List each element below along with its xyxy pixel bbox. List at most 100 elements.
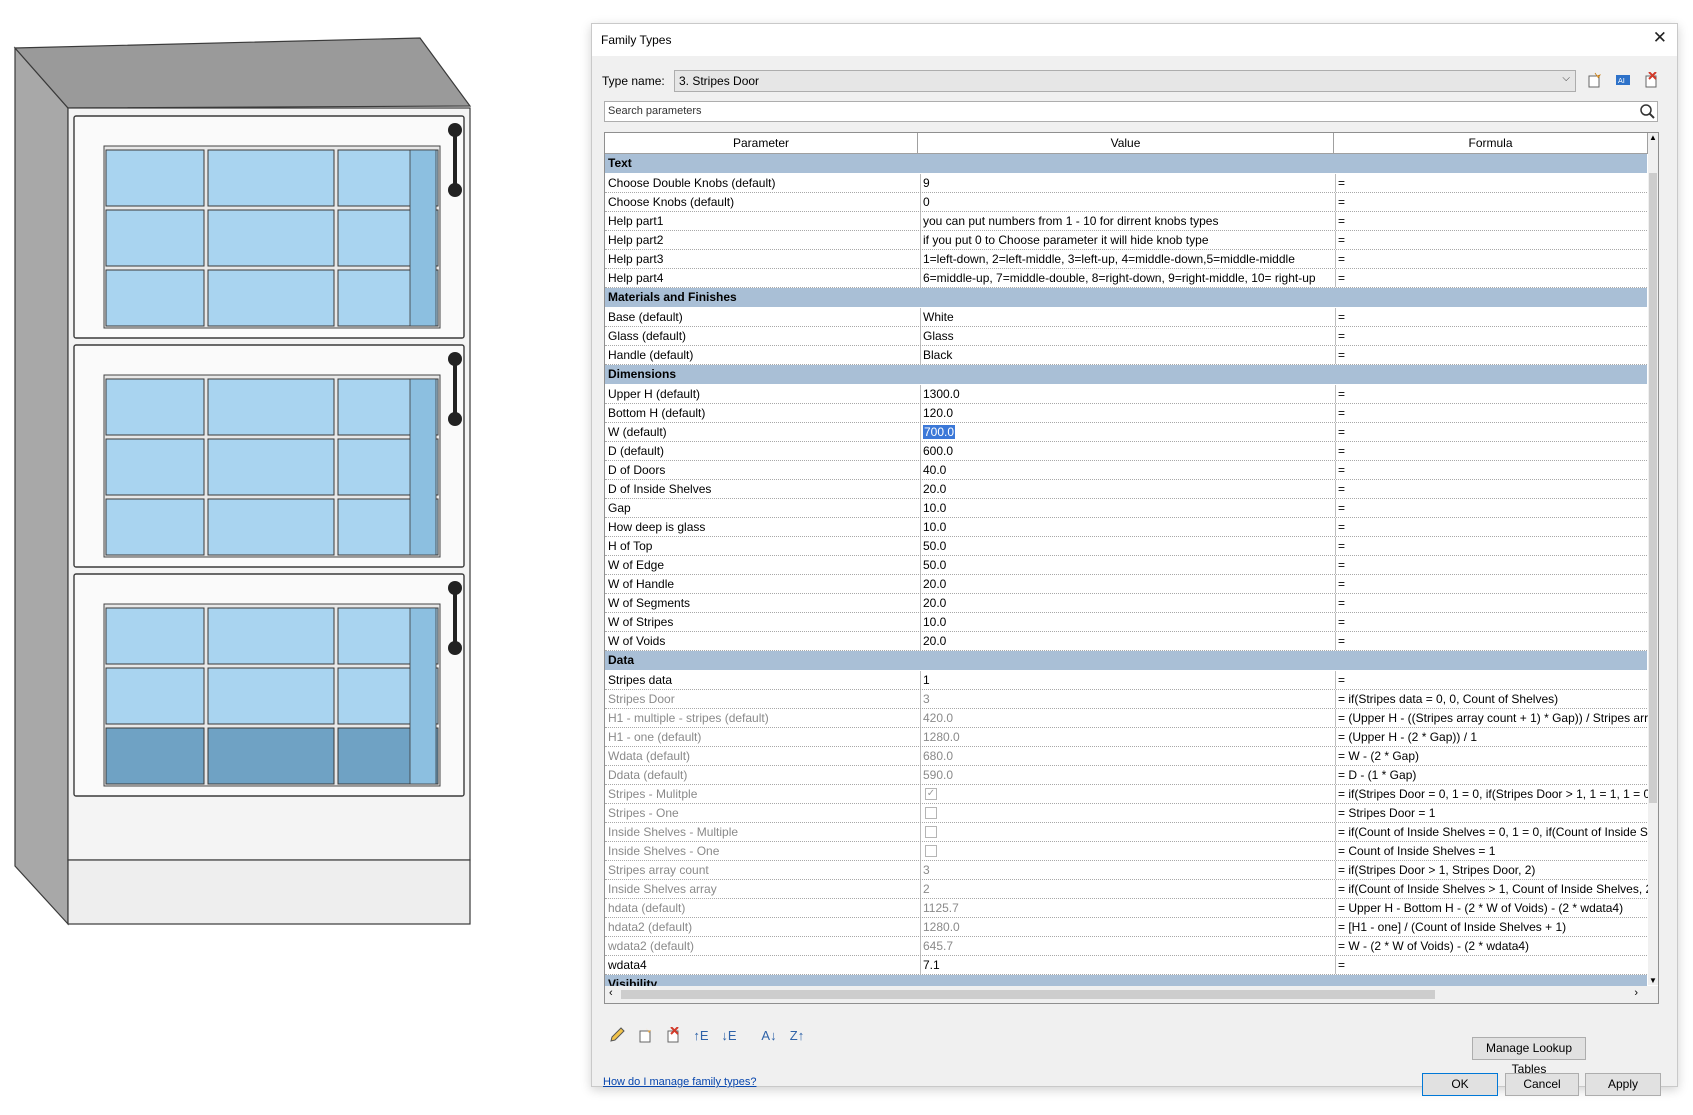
parameter-value[interactable]: 600.0 <box>923 442 1336 460</box>
parameter-row[interactable]: Gap 10.0 = <box>605 499 1647 518</box>
horizontal-scroll-thumb[interactable] <box>621 990 1435 999</box>
type-name-select[interactable]: 3. Stripes Door ⌵ <box>674 70 1576 92</box>
parameter-value[interactable]: you can put numbers from 1 - 10 for dirr… <box>923 212 1336 230</box>
scroll-left-icon[interactable]: ‹ <box>609 987 613 999</box>
ok-button[interactable]: OK <box>1422 1073 1498 1096</box>
parameter-formula[interactable]: = <box>1338 346 1648 364</box>
parameter-row[interactable]: Stripes data 1 = <box>605 671 1647 690</box>
parameter-formula[interactable]: = <box>1338 442 1648 460</box>
edit-parameter-icon[interactable] <box>606 1024 628 1046</box>
parameter-formula[interactable]: = if(Count of Inside Shelves = 0, 1 = 0,… <box>1338 823 1648 841</box>
parameter-row[interactable]: Choose Knobs (default) 0 = <box>605 193 1647 212</box>
group-header[interactable]: Dimensions <box>605 365 1647 385</box>
group-header[interactable]: Data <box>605 651 1647 671</box>
parameter-row[interactable]: W of Edge 50.0 = <box>605 556 1647 575</box>
parameter-formula[interactable]: = <box>1338 250 1648 268</box>
column-header-value[interactable]: Value <box>918 133 1334 154</box>
parameter-row[interactable]: W of Stripes 10.0 = <box>605 613 1647 632</box>
parameter-row[interactable]: Upper H (default) 1300.0 = <box>605 385 1647 404</box>
parameter-formula[interactable]: = [H1 - one] / (Count of Inside Shelves … <box>1338 918 1648 936</box>
parameter-formula[interactable]: = <box>1338 499 1648 517</box>
parameter-row[interactable]: Stripes Door 3 = if(Stripes data = 0, 0, C… <box>605 690 1647 709</box>
parameter-row[interactable]: Stripes array count 3 = if(Stripes Door > … <box>605 861 1647 880</box>
vertical-scrollbar[interactable]: ▲ ▼ <box>1648 133 1658 985</box>
parameter-row[interactable]: Glass (default) Glass = <box>605 327 1647 346</box>
parameter-row[interactable]: Stripes - Mulitple ✓ = if(Stripes Door = 0… <box>605 785 1648 804</box>
parameter-formula[interactable]: = <box>1338 956 1648 974</box>
parameter-formula[interactable]: = Count of Inside Shelves = 1 <box>1338 842 1648 860</box>
parameter-formula[interactable]: = if(Count of Inside Shelves > 1, Count … <box>1338 880 1648 898</box>
parameter-row[interactable]: Base (default) White = <box>605 308 1647 327</box>
parameter-row[interactable]: H1 - one (default) 1280.0 = (Upper H - (2 … <box>605 728 1647 747</box>
selected-value[interactable]: 700.0 <box>923 425 956 439</box>
parameter-row[interactable]: H of Top 50.0 = <box>605 537 1647 556</box>
parameter-value[interactable]: 40.0 <box>923 461 1336 479</box>
parameter-formula[interactable]: = (Upper H - ((Stripes array count + 1) … <box>1338 709 1648 727</box>
parameter-row[interactable]: wdata2 (default) 645.7 = W - (2 * W of Voi… <box>605 937 1647 956</box>
scroll-down-icon[interactable]: ▼ <box>1648 976 1658 985</box>
parameter-formula[interactable]: = (Upper H - (2 * Gap)) / 1 <box>1338 728 1648 746</box>
parameter-value[interactable]: 7.1 <box>923 956 1336 974</box>
parameter-row[interactable]: Inside Shelves - One = Count of Inside Sh… <box>605 842 1647 861</box>
parameter-formula[interactable]: = <box>1338 212 1648 230</box>
parameter-row[interactable]: wdata4 7.1 = <box>605 956 1647 975</box>
parameter-formula[interactable]: = D - (1 * Gap) <box>1338 766 1648 784</box>
parameter-formula[interactable]: = <box>1338 575 1648 593</box>
parameter-formula[interactable]: = <box>1338 404 1648 422</box>
parameter-row[interactable]: hdata (default) 1125.7 = Upper H - Bottom … <box>605 899 1647 918</box>
parameter-formula[interactable]: = W - (2 * Gap) <box>1338 747 1648 765</box>
parameter-formula[interactable]: = <box>1338 632 1648 650</box>
parameter-value[interactable]: 20.0 <box>923 632 1336 650</box>
parameter-row[interactable]: W of Voids 20.0 = <box>605 632 1647 651</box>
parameter-formula[interactable]: = <box>1338 327 1648 345</box>
parameter-value[interactable]: 1 <box>923 671 1336 689</box>
column-header-parameter[interactable]: Parameter <box>605 133 918 154</box>
parameter-row[interactable]: D of Inside Shelves 20.0 = <box>605 480 1647 499</box>
parameter-value[interactable]: 700.0 <box>923 423 1336 441</box>
parameter-row[interactable]: Stripes - One = Stripes Door = 1 <box>605 804 1647 823</box>
parameter-row[interactable]: Bottom H (default) 120.0 = <box>605 404 1647 423</box>
parameter-value[interactable]: 20.0 <box>923 480 1336 498</box>
parameter-formula[interactable]: = <box>1338 269 1648 287</box>
parameter-row[interactable]: Help part3 1=left-down, 2=left-middle, 3=… <box>605 250 1647 269</box>
parameter-value[interactable]: 9 <box>923 174 1336 192</box>
parameter-row[interactable]: Handle (default) Black = <box>605 346 1647 365</box>
parameter-row[interactable]: Help part1 you can put numbers from 1 - 1… <box>605 212 1647 231</box>
parameter-formula[interactable]: = <box>1338 671 1648 689</box>
delete-parameter-icon[interactable] <box>662 1024 684 1046</box>
sort-ascending-icon[interactable]: A↓ <box>758 1024 780 1046</box>
parameter-row[interactable]: Inside Shelves - Multiple = if(Count of I… <box>605 823 1648 842</box>
parameter-formula[interactable]: = <box>1338 193 1648 211</box>
parameter-value[interactable]: Black <box>923 346 1336 364</box>
search-parameters-input[interactable]: Search parameters <box>604 101 1658 122</box>
delete-type-icon[interactable] <box>1641 70 1661 90</box>
parameter-value[interactable]: 10.0 <box>923 518 1336 536</box>
parameter-value[interactable]: 50.0 <box>923 537 1336 555</box>
parameter-formula[interactable]: = <box>1338 518 1648 536</box>
parameter-formula[interactable]: = <box>1338 174 1648 192</box>
column-header-formula[interactable]: Formula <box>1334 133 1648 154</box>
parameter-row[interactable]: Ddata (default) 590.0 = D - (1 * Gap) <box>605 766 1647 785</box>
parameter-row[interactable]: Choose Double Knobs (default) 9 = <box>605 174 1647 193</box>
parameter-row[interactable]: Inside Shelves array 2 = if(Count of Insid… <box>605 880 1648 899</box>
new-parameter-icon[interactable] <box>634 1024 656 1046</box>
parameter-formula[interactable]: = <box>1338 480 1648 498</box>
search-icon[interactable] <box>1639 103 1655 122</box>
parameter-row[interactable]: Wdata (default) 680.0 = W - (2 * Gap) <box>605 747 1647 766</box>
sort-descending-icon[interactable]: Z↑ <box>786 1024 808 1046</box>
parameter-formula[interactable]: = <box>1338 308 1648 326</box>
parameter-value[interactable]: Glass <box>923 327 1336 345</box>
parameter-value[interactable]: 20.0 <box>923 575 1336 593</box>
parameter-formula[interactable]: = <box>1338 423 1648 441</box>
rename-type-icon[interactable]: AI <box>1613 70 1633 90</box>
cancel-button[interactable]: Cancel <box>1505 1073 1579 1096</box>
parameter-row[interactable]: D (default) 600.0 = <box>605 442 1647 461</box>
parameter-formula[interactable]: = <box>1338 594 1648 612</box>
parameter-formula[interactable]: = if(Stripes Door > 1, Stripes Door, 2) <box>1338 861 1648 879</box>
scroll-up-icon[interactable]: ▲ <box>1648 133 1658 142</box>
group-header[interactable]: Materials and Finishes <box>605 288 1647 308</box>
parameter-value[interactable]: if you put 0 to Choose parameter it will… <box>923 231 1336 249</box>
parameter-value[interactable]: 1=left-down, 2=left-middle, 3=left-up, 4… <box>923 250 1336 268</box>
parameter-row[interactable]: Help part4 6=middle-up, 7=middle-double, … <box>605 269 1647 288</box>
parameter-row[interactable]: How deep is glass 10.0 = <box>605 518 1647 537</box>
